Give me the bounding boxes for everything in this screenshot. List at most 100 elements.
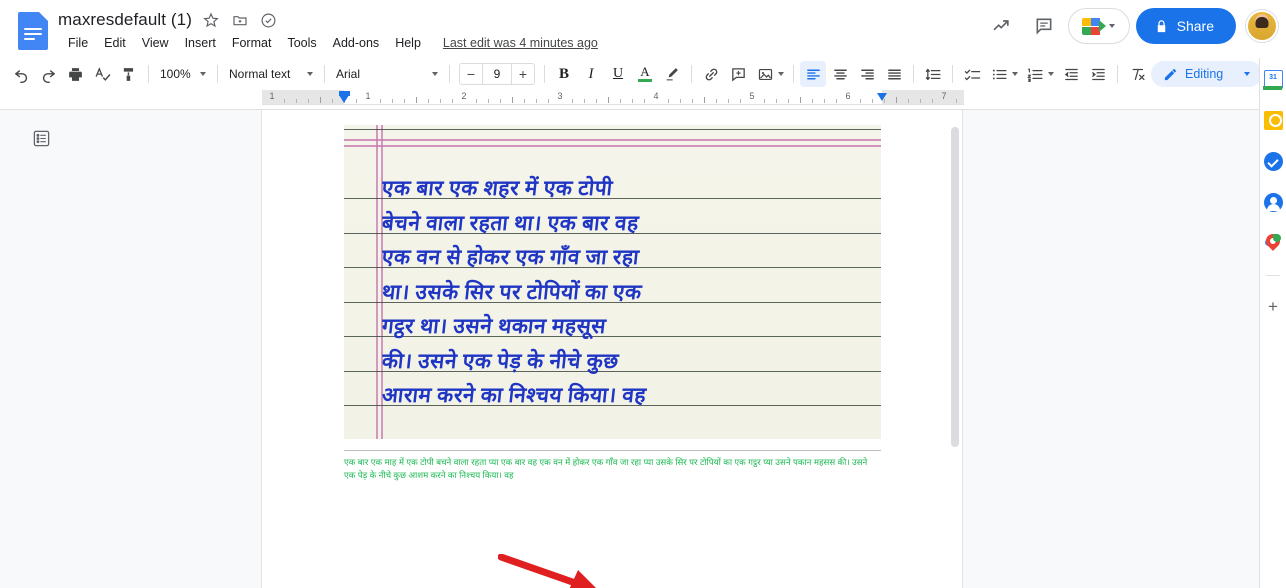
google-contacts-icon[interactable]: [1263, 193, 1283, 212]
ruler-number: 5: [749, 91, 755, 101]
document-title[interactable]: maxresdefault (1): [58, 10, 192, 30]
decrease-indent-icon[interactable]: [1058, 61, 1084, 87]
google-meet-button[interactable]: [1067, 8, 1130, 44]
font-size-input[interactable]: 9: [482, 64, 512, 84]
ruler-baseline: [262, 104, 964, 105]
ruler-tick: [596, 99, 597, 103]
ruler-tick: [620, 99, 621, 103]
align-justify-icon[interactable]: [881, 61, 907, 87]
align-center-icon[interactable]: [827, 61, 853, 87]
activity-dashboard-icon[interactable]: [984, 8, 1020, 44]
ruler-tick: [380, 99, 381, 103]
italic-button[interactable]: I: [578, 61, 604, 87]
menu-file[interactable]: File: [60, 34, 96, 52]
toolbar-divider: [544, 65, 545, 83]
left-indent-marker[interactable]: [339, 95, 349, 103]
ruler-tick: [548, 99, 549, 103]
bulleted-list-dropdown[interactable]: [986, 61, 1021, 87]
chevron-down-icon: [778, 72, 784, 76]
share-button[interactable]: Share: [1135, 8, 1236, 44]
horizontal-ruler[interactable]: 1 1 2 3 4 5 6 7: [262, 90, 964, 108]
google-calendar-icon[interactable]: [1263, 70, 1283, 90]
ruler-tick: [296, 99, 297, 103]
google-apps-side-panel: +: [1259, 58, 1286, 588]
add-comment-icon[interactable]: [725, 61, 751, 87]
paint-format-icon[interactable]: [116, 61, 142, 87]
text-color-button[interactable]: A: [632, 61, 658, 87]
insert-link-icon[interactable]: [698, 61, 724, 87]
move-to-folder-icon[interactable]: [230, 10, 250, 30]
menu-format[interactable]: Format: [224, 34, 280, 52]
menu-view[interactable]: View: [134, 34, 177, 52]
underline-button[interactable]: U: [605, 61, 631, 87]
menu-insert[interactable]: Insert: [177, 34, 224, 52]
paragraph-style-dropdown[interactable]: Normal text: [224, 61, 318, 87]
google-maps-icon[interactable]: [1263, 231, 1283, 253]
line-spacing-icon[interactable]: [920, 61, 946, 87]
last-edit-link[interactable]: Last edit was 4 minutes ago: [443, 36, 598, 50]
page-vertical-scrollbar[interactable]: [951, 127, 959, 447]
font-family-value: Arial: [336, 67, 361, 81]
redo-icon[interactable]: [35, 61, 61, 87]
font-size-increase-button[interactable]: +: [512, 64, 534, 84]
pencil-icon: [1164, 68, 1177, 80]
toolbar-divider: [793, 65, 794, 83]
chevron-down-icon: [1012, 72, 1018, 76]
align-left-icon[interactable]: [800, 61, 826, 87]
align-right-icon[interactable]: [854, 61, 880, 87]
ruler-tick: [920, 99, 921, 103]
ruler-tick: [308, 99, 309, 103]
document-outline-icon[interactable]: [30, 127, 52, 149]
ocr-transcription-text[interactable]: एक बार एक माह में एक टोपी बचने वाला रहता…: [344, 456, 881, 482]
checklist-icon[interactable]: [959, 61, 985, 87]
insert-image-dropdown[interactable]: [752, 61, 787, 87]
star-icon[interactable]: [201, 10, 221, 30]
bold-button[interactable]: B: [551, 61, 577, 87]
notebook-pink-rule: [344, 145, 881, 147]
ruler-tick: [524, 99, 525, 103]
numbered-list-icon: [1022, 61, 1048, 87]
menu-edit[interactable]: Edit: [96, 34, 134, 52]
ruler-tick: [332, 99, 333, 103]
toolbar-divider: [952, 65, 953, 83]
ruler-tick: [824, 99, 825, 103]
highlight-pen-icon[interactable]: [659, 61, 685, 87]
undo-icon[interactable]: [8, 61, 34, 87]
menu-help[interactable]: Help: [387, 34, 429, 52]
ruler-number: 3: [557, 91, 563, 101]
logo-lines: [24, 28, 42, 43]
ruler-tick: [716, 99, 717, 103]
menu-tools[interactable]: Tools: [279, 34, 324, 52]
right-indent-marker[interactable]: [877, 93, 887, 101]
menu-addons[interactable]: Add-ons: [325, 34, 388, 52]
font-family-dropdown[interactable]: Arial: [331, 61, 443, 87]
document-page[interactable]: एक बार एक शहर में एक टोपी बेचने वाला रहता…: [262, 110, 962, 588]
font-size-decrease-button[interactable]: −: [460, 64, 482, 84]
clear-formatting-icon[interactable]: [1124, 61, 1150, 87]
cloud-saved-icon[interactable]: [259, 10, 279, 30]
google-docs-window: maxresdefault (1) File Edit View Insert …: [0, 0, 1286, 588]
ruler-tick: [788, 99, 789, 103]
spellcheck-icon[interactable]: [89, 61, 115, 87]
google-keep-icon[interactable]: [1263, 111, 1283, 130]
ruler-tick: [692, 99, 693, 103]
margin-rule-1: [376, 125, 378, 439]
ruler-number: 4: [653, 91, 659, 101]
user-avatar[interactable]: [1246, 10, 1278, 42]
print-icon[interactable]: [62, 61, 88, 87]
increase-indent-icon[interactable]: [1085, 61, 1111, 87]
chevron-down-icon: [1109, 24, 1116, 28]
editing-mode-dropdown[interactable]: Editing: [1151, 61, 1263, 87]
comment-history-icon[interactable]: [1026, 8, 1062, 44]
add-app-button[interactable]: +: [1268, 298, 1278, 315]
chevron-down-icon: [1244, 72, 1251, 76]
zoom-dropdown[interactable]: 100%: [155, 61, 211, 87]
handwriting-line: गट्ठर था। उसने थकान महसूस: [380, 314, 608, 338]
editing-mode-label: Editing: [1185, 67, 1224, 81]
lock-icon: [1157, 19, 1165, 32]
handwritten-hindi-notebook-image[interactable]: एक बार एक शहर में एक टोपी बेचने वाला रहता…: [344, 125, 881, 439]
google-tasks-icon[interactable]: [1263, 152, 1283, 171]
ruler-tick: [860, 99, 861, 103]
google-docs-logo[interactable]: [18, 12, 48, 50]
numbered-list-dropdown[interactable]: [1022, 61, 1057, 87]
